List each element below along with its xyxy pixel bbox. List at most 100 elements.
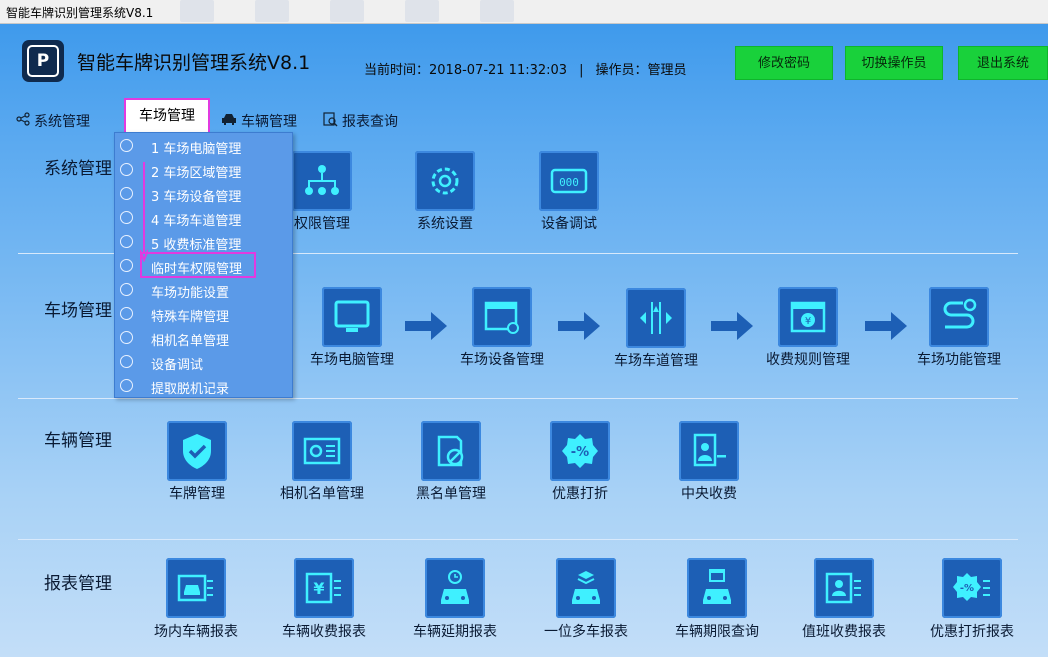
logo-mark: P [27, 45, 59, 77]
car-clock-icon [441, 570, 469, 604]
tile-label: 车场设备管理 [460, 352, 544, 368]
share-icon [16, 112, 30, 130]
tile-fee-rules[interactable]: ¥ [778, 287, 838, 347]
id-card-icon [825, 572, 861, 604]
org-tree-icon [305, 165, 339, 195]
tile-label: 优惠打折 [552, 486, 608, 502]
tile-label: 黑名单管理 [416, 486, 486, 502]
tile-label: 车牌管理 [169, 486, 225, 502]
tile-report-multi-car[interactable] [556, 558, 616, 618]
tile-label: 场内车辆报表 [154, 624, 238, 640]
tile-label: 车辆延期报表 [413, 624, 497, 640]
device-icon [120, 187, 133, 200]
tile-label: 系统设置 [417, 216, 473, 232]
window-title: 智能车牌识别管理系统V8.1 [6, 6, 154, 20]
switch-operator-button[interactable]: 切换操作员 [845, 46, 943, 80]
svg-text:¥: ¥ [313, 579, 324, 598]
device-settings-icon [484, 301, 519, 334]
tile-report-extension[interactable] [425, 558, 485, 618]
operator-label: 操作员：管理员 [595, 63, 687, 78]
section-divider [18, 539, 1018, 540]
tile-label: 车场功能管理 [917, 352, 1001, 368]
home-icon [120, 139, 133, 152]
tile-discount[interactable]: -% [550, 421, 610, 481]
car-stack-icon [572, 571, 600, 604]
taskbar-thumbnail [180, 0, 214, 22]
car-calendar-icon [703, 569, 731, 604]
camera-list-icon [303, 437, 341, 465]
exit-system-button[interactable]: 退出系统 [958, 46, 1048, 80]
car-card-icon [177, 574, 213, 602]
nav-label: 报表查询 [342, 114, 398, 130]
shield-check-icon [183, 434, 211, 469]
function-icon [120, 283, 133, 296]
monitor-icon [334, 300, 370, 332]
tile-label: 车辆收费报表 [282, 624, 366, 640]
yuan-window-icon: ¥ [790, 301, 826, 333]
nav-parking[interactable]: 车场管理 [124, 98, 210, 134]
taskbar-thumbnail [480, 0, 514, 22]
tile-plate-manage[interactable] [167, 421, 227, 481]
gear-icon [431, 167, 459, 195]
dropdown-item[interactable]: 相机名单管理 [115, 326, 292, 350]
dropdown-item[interactable]: 特殊车牌管理 [115, 302, 292, 326]
svg-text:-%: -% [571, 445, 589, 460]
dropdown-item[interactable]: 车场功能设置 [115, 278, 292, 302]
svg-text:000: 000 [559, 176, 579, 189]
app-title: 智能车牌识别管理系统V8.1 [77, 52, 311, 74]
tile-system-settings[interactable] [415, 151, 475, 211]
svg-text:-%: -% [960, 583, 974, 594]
taskbar-thumbnail [255, 0, 289, 22]
report-search-icon [323, 111, 338, 131]
tile-label: 中央收费 [681, 486, 737, 502]
tile-device-debug[interactable]: 000 [539, 151, 599, 211]
tile-report-discount[interactable]: -% [942, 558, 1002, 618]
lane-icon [640, 302, 672, 334]
tile-label: 车场车道管理 [614, 353, 698, 369]
discount-list-icon: -% [953, 573, 990, 601]
logo-icon: P [22, 40, 64, 82]
separator: | [579, 63, 584, 78]
tile-report-term-query[interactable] [687, 558, 747, 618]
dropdown-item[interactable]: 提取脱机记录 [115, 374, 292, 398]
section-title-vehicle: 车辆管理 [44, 431, 112, 451]
lane-icon [120, 211, 133, 224]
svg-text:¥: ¥ [805, 316, 811, 327]
tile-parking-lane[interactable] [626, 288, 686, 348]
nav-vehicle[interactable]: 车辆管理 [221, 110, 297, 132]
yuan-card-icon: ¥ [305, 572, 341, 604]
window-titlebar: 智能车牌识别管理系统V8.1 [0, 0, 1048, 24]
permission-icon [120, 259, 133, 272]
current-time: 当前时间：2018-07-21 11:32:03 [364, 63, 568, 78]
flow-arrow-icon [865, 312, 907, 340]
change-password-button[interactable]: 修改密码 [735, 46, 833, 80]
tile-parking-pc[interactable] [322, 287, 382, 347]
tile-label: 一位多车报表 [544, 624, 628, 640]
flow-arrow-icon [405, 312, 447, 340]
tile-parking-function[interactable] [929, 287, 989, 347]
tile-central-fee[interactable] [679, 421, 739, 481]
discount-badge-icon: -% [562, 434, 598, 468]
tile-report-duty[interactable] [814, 558, 874, 618]
tile-report-in-park[interactable] [166, 558, 226, 618]
dropdown-item[interactable]: 1 车场电脑管理 [115, 134, 292, 158]
taskbar-thumbnail [330, 0, 364, 22]
flow-arrow-icon [558, 312, 600, 340]
tile-permission[interactable] [292, 151, 352, 211]
plate-icon [120, 307, 133, 320]
nav-reports[interactable]: 报表查询 [323, 110, 398, 132]
section-title-system: 系统管理 [44, 159, 112, 179]
nav-system[interactable]: 系统管理 [16, 110, 90, 132]
tile-camera-list[interactable] [292, 421, 352, 481]
tile-label: 收费规则管理 [766, 352, 850, 368]
tile-report-fee[interactable]: ¥ [294, 558, 354, 618]
nav-label: 车辆管理 [241, 114, 297, 130]
camera-icon [120, 331, 133, 344]
tile-label: 车场电脑管理 [310, 352, 394, 368]
tile-blacklist[interactable] [421, 421, 481, 481]
route-settings-icon [943, 298, 977, 329]
dropdown-item[interactable]: 设备调试 [115, 350, 292, 374]
tile-label: 设备调试 [541, 216, 597, 232]
tile-parking-device[interactable] [472, 287, 532, 347]
clock-icon [120, 379, 133, 392]
